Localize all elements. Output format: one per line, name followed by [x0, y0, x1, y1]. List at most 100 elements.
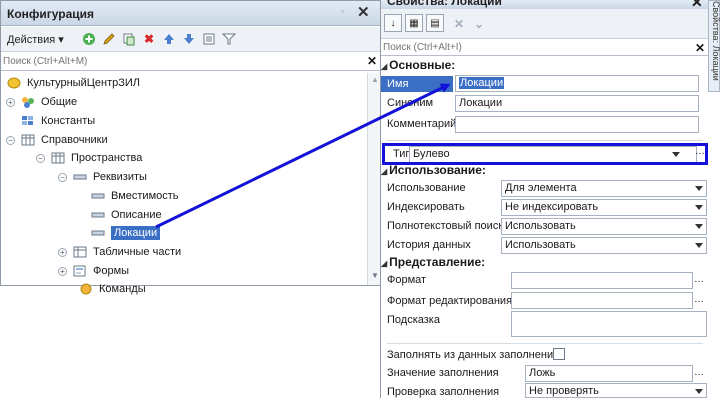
edit-format-select-button[interactable]: …	[692, 294, 706, 309]
fill-from-data-checkbox[interactable]	[553, 348, 565, 360]
fill-value: Ложь	[529, 367, 556, 379]
index-dropdown[interactable]: Не индексировать	[501, 199, 707, 216]
close-icon[interactable]: ✕	[691, 0, 703, 9]
command-icon	[79, 283, 93, 295]
tree-node-locations[interactable]: Локации	[91, 225, 161, 241]
section-title: Основные:	[389, 58, 456, 72]
section-usage[interactable]: ◢ Использование:	[381, 163, 486, 177]
attribute-icon	[91, 190, 105, 202]
tree-node-constants[interactable]: Константы	[21, 113, 95, 129]
fill-check-value: Не проверять	[529, 385, 599, 397]
clear-icon[interactable]: ✕	[451, 16, 467, 32]
chevron-down-icon: ▾	[58, 34, 64, 46]
tree-node-capacity[interactable]: Вместимость	[91, 188, 179, 204]
section-view[interactable]: ◢ Представление:	[381, 255, 485, 269]
properties-panel: Свойства: Локации ✕ ↓ ▦ ▤ ✕ ⌄ ✕ ◢Основны…	[380, 0, 709, 398]
catalog-icon	[51, 152, 65, 164]
catalog-icon	[21, 134, 35, 146]
usage-value: Для элемента	[505, 182, 577, 194]
tree-node-tabular-sections[interactable]: Табличные части	[73, 244, 181, 260]
fill-value-select-button[interactable]: …	[692, 367, 706, 382]
divider	[387, 140, 703, 141]
tree-node-label: Описание	[111, 209, 162, 221]
fill-value-field[interactable]: Ложь	[525, 365, 693, 382]
tree-node-spaces[interactable]: Пространства	[51, 150, 142, 166]
expand-icon[interactable]: +	[58, 267, 67, 276]
properties-side-tab[interactable]: Свойства: Локации	[708, 0, 720, 92]
attribute-icon	[73, 171, 87, 183]
list-icon[interactable]	[201, 31, 217, 47]
actions-menu[interactable]: Действия ▾	[7, 33, 64, 46]
chevron-down-icon	[695, 243, 703, 248]
fulltext-value: Использовать	[505, 220, 576, 232]
tree-node-root[interactable]: КультурныйЦентрЗИЛ	[7, 75, 140, 91]
expand-icon[interactable]: +	[6, 98, 15, 107]
configuration-root-icon	[7, 77, 21, 89]
plus-circle-icon[interactable]	[81, 31, 97, 47]
close-icon[interactable]: ✕	[357, 3, 370, 21]
clear-search-icon[interactable]: ✕	[695, 41, 705, 55]
history-value: Использовать	[505, 239, 576, 251]
configuration-title: Конфигурация	[7, 7, 95, 21]
configuration-panel: Конфигурация ◦ ✕ Действия ▾ ✖ ✕	[0, 0, 382, 295]
properties-titlebar: Свойства: Локации ✕	[381, 0, 709, 9]
filter-icon[interactable]	[221, 31, 237, 47]
edit-format-field[interactable]	[511, 292, 693, 309]
scroll-down-icon[interactable]: ▼	[371, 271, 379, 280]
configuration-toolbar: Действия ▾ ✖	[1, 27, 381, 52]
collapse-icon[interactable]: −	[58, 173, 67, 182]
usage-label: Использование	[387, 182, 466, 194]
chevron-down-icon	[695, 205, 703, 210]
chevron-down-icon[interactable]: ⌄	[471, 16, 487, 32]
configuration-search: ✕	[1, 53, 381, 71]
tree-node-commands[interactable]: Команды	[79, 281, 146, 297]
configuration-search-input[interactable]	[3, 54, 353, 69]
pin-icon[interactable]: ◦	[341, 6, 344, 16]
fulltext-dropdown[interactable]: Использовать	[501, 218, 707, 235]
delete-icon[interactable]: ✖	[141, 31, 157, 47]
toggle-view-icon[interactable]: ▤	[426, 14, 444, 32]
scrollbar-thumb[interactable]	[370, 91, 379, 261]
name-label: Имя	[381, 76, 453, 92]
tree-node-label: КультурныйЦентрЗИЛ	[27, 77, 140, 89]
properties-search-input[interactable]	[383, 40, 683, 55]
name-field[interactable]: Локации	[455, 75, 699, 92]
attribute-icon	[91, 227, 105, 239]
fill-check-label: Проверка заполнения	[387, 386, 500, 398]
pencil-icon[interactable]	[101, 31, 117, 47]
collapse-icon[interactable]: −	[6, 136, 15, 145]
arrow-up-icon[interactable]	[161, 31, 177, 47]
attribute-icon	[91, 209, 105, 221]
expand-icon[interactable]: +	[58, 248, 67, 257]
tree-node-label: Пространства	[71, 152, 143, 164]
tree-scrollbar[interactable]: ▲ ▼	[367, 73, 381, 285]
comment-field[interactable]	[455, 116, 699, 133]
section-main[interactable]: ◢ Основные:	[381, 58, 455, 72]
tree-node-catalogs[interactable]: Справочники	[21, 132, 108, 148]
synonym-label: Синоним	[387, 97, 434, 109]
collapse-icon: ◢	[381, 62, 388, 71]
scroll-up-icon[interactable]: ▲	[371, 75, 379, 84]
copy-icon[interactable]	[121, 31, 137, 47]
format-field[interactable]	[511, 272, 693, 289]
tree-node-description[interactable]: Описание	[91, 207, 162, 223]
sort-alpha-icon[interactable]: ↓	[384, 14, 402, 32]
tree-node-common[interactable]: Общие	[21, 94, 77, 110]
tree-node-label: Табличные части	[93, 246, 182, 258]
format-select-button[interactable]: …	[692, 274, 706, 289]
tree-node-forms[interactable]: Формы	[73, 263, 129, 279]
usage-dropdown[interactable]: Для элемента	[501, 180, 707, 197]
arrow-down-icon[interactable]	[181, 31, 197, 47]
clear-search-icon[interactable]: ✕	[367, 54, 377, 68]
tree-node-label: Общие	[41, 96, 78, 108]
section-title: Представление:	[389, 255, 486, 269]
collapse-icon: ◢	[381, 259, 388, 268]
tree-node-attributes[interactable]: Реквизиты	[73, 169, 147, 185]
collapse-icon[interactable]: −	[36, 154, 45, 163]
tabular-section-icon	[73, 246, 87, 258]
synonym-field[interactable]: Локации	[455, 95, 699, 112]
hint-field[interactable]	[511, 311, 707, 337]
categorize-icon[interactable]: ▦	[405, 14, 423, 32]
fill-check-dropdown[interactable]: Не проверять	[525, 383, 707, 398]
history-dropdown[interactable]: Использовать	[501, 237, 707, 254]
